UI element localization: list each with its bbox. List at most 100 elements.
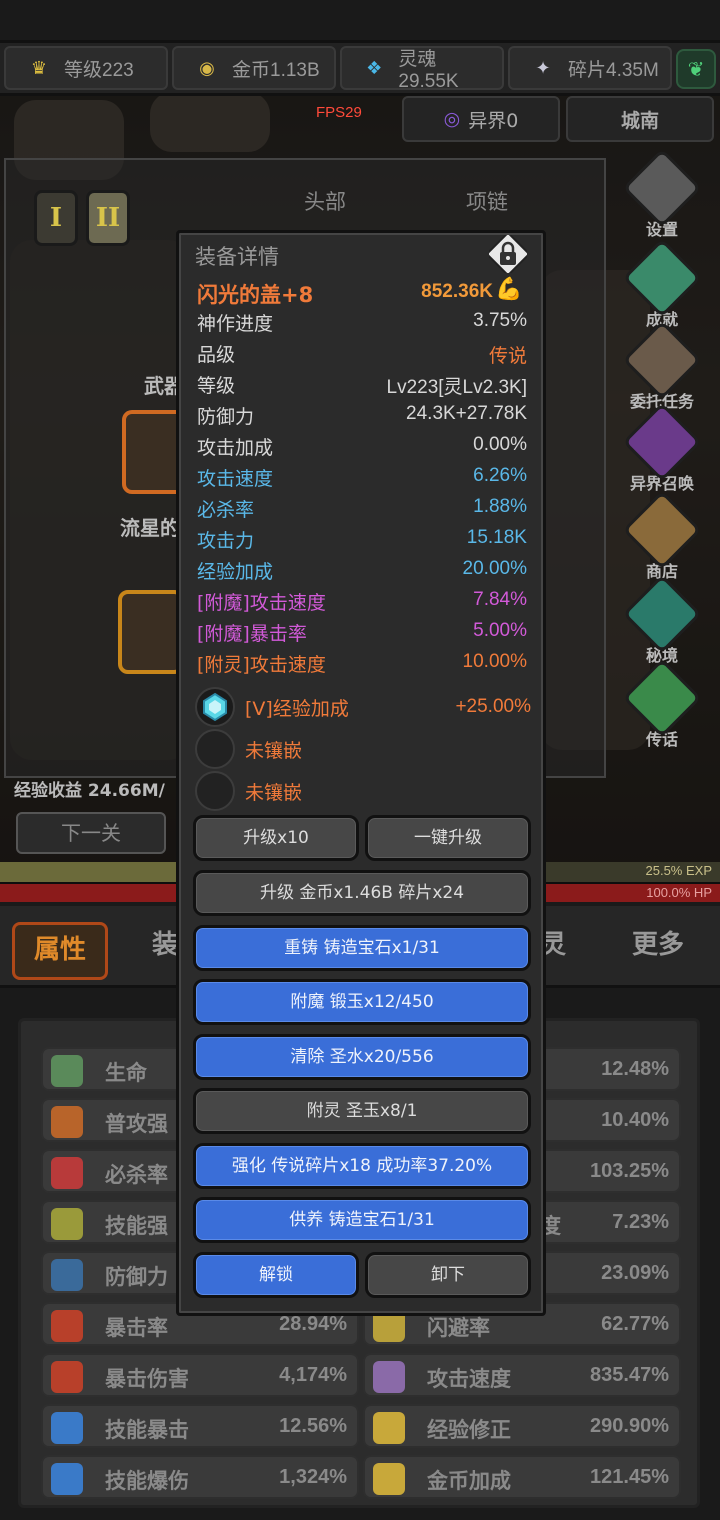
attribute-value: 23.09% — [601, 1262, 669, 1284]
attribute-name: 闪避率 — [427, 1316, 490, 1340]
spirit-attach-button[interactable]: 附灵 圣玉x8/1 — [193, 1088, 531, 1134]
tier-2-button[interactable]: II — [86, 190, 130, 246]
crown-icon: ♛ — [30, 57, 48, 79]
city-button[interactable]: 城南 — [566, 96, 714, 142]
upgrade-button[interactable]: 升级 金币x1.46B 碎片x24 — [193, 870, 531, 916]
leaf-icon[interactable]: ❦ — [676, 49, 716, 89]
tab-more[interactable]: 更多 — [632, 924, 684, 961]
stat-row: 攻击加成 0.00% — [197, 433, 527, 463]
gem-socket-row[interactable]: 未镶嵌 — [195, 771, 531, 811]
armor-slot[interactable] — [118, 590, 184, 674]
crit-icon — [51, 1157, 83, 1189]
attribute-name: 暴击伤害 — [105, 1367, 189, 1391]
secret-realm-button[interactable]: 秘境 — [622, 574, 702, 666]
attribute-row: 暴击伤害 4,174% — [41, 1353, 359, 1397]
stat-row: 必杀率 1.88% — [197, 495, 527, 525]
slot-head-label[interactable]: 头部 — [304, 186, 346, 216]
tab-attributes[interactable]: 属性 — [12, 922, 108, 980]
stat-row: 防御力 24.3K+27.78K — [197, 402, 527, 432]
stat-value: 6.26% — [473, 465, 527, 486]
stat-value: 传说 — [488, 346, 527, 367]
attribute-row: 金币加成 121.45% — [363, 1455, 681, 1499]
shield-icon — [51, 1259, 83, 1291]
level-resource[interactable]: ♛ 等级223 — [4, 46, 168, 90]
attribute-row: 经验修正 290.90% — [363, 1404, 681, 1448]
attribute-value: 103.25% — [590, 1160, 669, 1182]
shard-resource[interactable]: ✦ 碎片4.35M — [508, 46, 672, 90]
summon-button[interactable]: 异界召唤 — [622, 402, 702, 494]
lock-icon[interactable] — [489, 235, 527, 273]
lightning-icon — [51, 1208, 83, 1240]
portal-icon: ◎ — [443, 108, 461, 130]
attribute-value: 121.45% — [590, 1466, 669, 1488]
soul-value: 灵魂29.55K — [398, 48, 459, 92]
nurture-button[interactable]: 供养 铸造宝石1/31 — [193, 1197, 531, 1243]
attribute-value: 835.47% — [590, 1364, 669, 1386]
strengthen-button[interactable]: 强化 传说碎片x18 成功率37.20% — [193, 1143, 531, 1189]
upgrade-all-button[interactable]: 一键升级 — [365, 815, 531, 861]
slot-necklace-label[interactable]: 项链 — [466, 186, 508, 216]
stat-name: 攻击加成 — [197, 437, 274, 459]
gold-resource[interactable]: ◉ 金币1.13B — [172, 46, 336, 90]
gem-socket-row[interactable]: 未镶嵌 — [195, 729, 531, 769]
attribute-value: 7.23% — [612, 1211, 669, 1233]
gem-name: 未镶嵌 — [245, 782, 303, 804]
enchant-button[interactable]: 附魔 锻玉x12/450 — [193, 979, 531, 1025]
shard-icon: ✦ — [535, 57, 551, 79]
stat-name: [附魔]攻击速度 — [197, 592, 326, 614]
gem-name: [V]经验加成 — [245, 698, 349, 720]
shop-button[interactable]: 商店 — [622, 490, 702, 582]
attribute-value: 10.40% — [601, 1109, 669, 1131]
item-name: 闪光的盖+8 — [197, 283, 314, 307]
unequip-button[interactable]: 卸下 — [365, 1252, 531, 1298]
item-power: 852.36K — [421, 281, 493, 302]
tier-1-button[interactable]: I — [34, 190, 78, 246]
muscle-icon: 💪 — [495, 277, 523, 302]
stat-value: 3.75% — [473, 310, 527, 331]
stat-name: 防御力 — [197, 406, 255, 428]
gem-name: 未镶嵌 — [245, 740, 303, 762]
gem-icon — [195, 687, 235, 727]
flame-icon — [51, 1412, 83, 1444]
stat-row: 攻击速度 6.26% — [197, 464, 527, 494]
exp-bar-fill — [0, 862, 184, 882]
stat-name: 必杀率 — [197, 499, 255, 521]
empty-socket-icon — [195, 729, 235, 769]
commission-button[interactable]: 委托任务 — [622, 320, 702, 412]
attribute-name: 技能爆伤 — [105, 1469, 189, 1493]
next-level-button[interactable]: 下一关 — [16, 812, 166, 854]
attribute-value: 12.48% — [601, 1058, 669, 1080]
stat-name: 经验加成 — [197, 561, 274, 583]
settings-button[interactable]: 设置 — [622, 148, 702, 240]
soul-icon: ❖ — [366, 57, 383, 79]
attribute-value: 4,174% — [279, 1364, 347, 1386]
clear-button[interactable]: 清除 圣水x20/556 — [193, 1034, 531, 1080]
resource-bar: ♛ 等级223 ◉ 金币1.13B ❖ 灵魂29.55K ✦ 碎片4.35M ❦ — [0, 40, 720, 96]
attribute-value: 1,324% — [279, 1466, 347, 1488]
stat-value: 15.18K — [466, 527, 527, 548]
stat-name: [附魔]暴击率 — [197, 623, 307, 645]
attribute-value: 290.90% — [590, 1415, 669, 1437]
recast-button[interactable]: 重铸 铸造宝石x1/31 — [193, 925, 531, 971]
exp-bar-text: 25.5% EXP — [645, 863, 713, 878]
soul-resource[interactable]: ❖ 灵魂29.55K — [340, 46, 504, 92]
stat-value: 7.84% — [473, 589, 527, 610]
stat-value: 24.3K+27.78K — [406, 403, 527, 424]
attribute-name: 技能暴击 — [105, 1418, 189, 1442]
otherworld-indicator[interactable]: ◎ 异界0 — [402, 96, 560, 142]
gold-value: 金币1.13B — [232, 59, 320, 81]
gem-socket-row[interactable]: [V]经验加成 +25.00% — [195, 687, 531, 727]
attribute-name: 生命 — [105, 1061, 147, 1085]
message-button[interactable]: 传话 — [622, 658, 702, 750]
tab-equipment[interactable]: 装 — [152, 924, 178, 961]
stat-name: 攻击速度 — [197, 468, 274, 490]
stat-name: [附灵]攻击速度 — [197, 654, 326, 676]
unlock-button[interactable]: 解锁 — [193, 1252, 359, 1298]
claw-icon — [51, 1361, 83, 1393]
stat-value: 5.00% — [473, 620, 527, 641]
attribute-value: 28.94% — [279, 1313, 347, 1335]
upgrade-x10-button[interactable]: 升级x10 — [193, 815, 359, 861]
attribute-value: 12.56% — [279, 1415, 347, 1437]
exp-income-text: 经验收益 24.66M/ — [14, 781, 165, 801]
achievement-button[interactable]: 成就 — [622, 238, 702, 330]
